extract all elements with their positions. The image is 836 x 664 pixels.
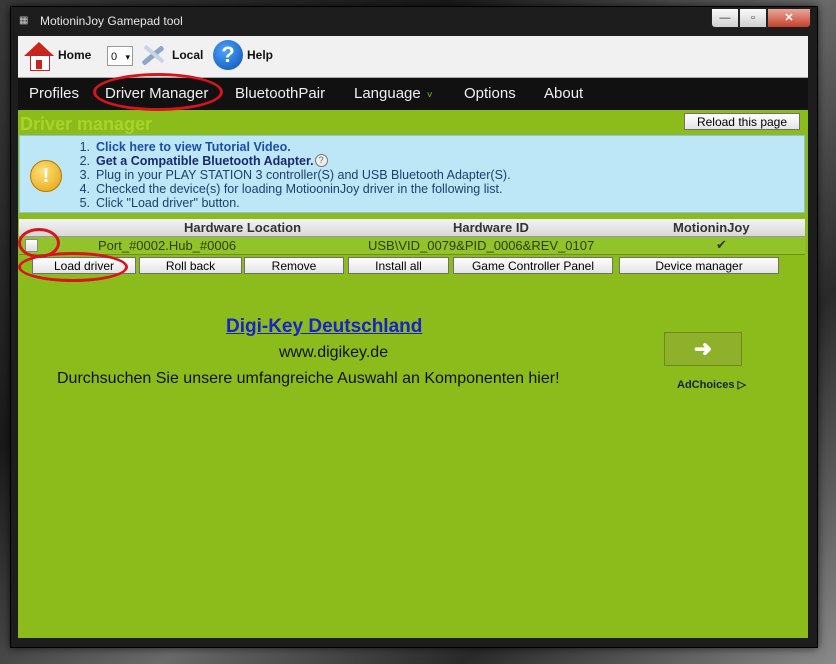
ad-description: Durchsuchen Sie unsere umfangreiche Ausw… <box>57 370 560 387</box>
reload-page-button[interactable]: Reload this page <box>684 113 800 130</box>
controller-select[interactable]: 0 <box>107 46 133 67</box>
header-hardware-id: Hardware ID <box>453 220 529 235</box>
title-bar[interactable]: ▦ MotioninJoy Gamepad tool — ▫ ✕ <box>11 7 817 37</box>
cell-hardware-id: USB\VID_0079&PID_0006&REV_0107 <box>368 238 595 253</box>
list-item: 3. Plug in your PLAY STATION 3 controller… <box>79 168 511 182</box>
ad-title-link[interactable]: Digi-Key Deutschland <box>226 316 422 338</box>
nav-options[interactable]: Options <box>464 85 516 102</box>
window-controls: — ▫ ✕ <box>711 8 811 28</box>
install-all-button[interactable]: Install all <box>348 257 449 274</box>
home-button[interactable]: Home <box>24 40 92 71</box>
local-button[interactable]: Local <box>138 40 203 70</box>
annotation-circle-load-driver <box>18 252 128 282</box>
nav-about[interactable]: About <box>544 85 583 102</box>
list-item[interactable]: 1. Click here to view Tutorial Video. <box>70 140 511 154</box>
plug-icon <box>138 40 168 70</box>
nav-language-label: Language <box>354 85 421 102</box>
help-label: Help <box>247 48 274 62</box>
nav-profiles[interactable]: Profiles <box>29 85 79 102</box>
header-motioninjoy: MotioninJoy <box>673 220 750 235</box>
adchoices-link[interactable]: AdChoices ▷ <box>677 378 746 391</box>
help-icon: ? <box>213 40 243 70</box>
warning-icon: ! <box>30 160 62 192</box>
close-button[interactable]: ✕ <box>767 8 811 28</box>
minimize-button[interactable]: — <box>711 8 739 28</box>
home-label: Home <box>58 48 92 62</box>
roll-back-button[interactable]: Roll back <box>139 257 242 274</box>
instructions-panel: ! 1. Click here to view Tutorial Video. 2… <box>19 135 805 213</box>
maximize-button[interactable]: ▫ <box>739 8 767 28</box>
chevron-down-icon: ˅ <box>426 90 433 101</box>
header-hardware-location: Hardware Location <box>184 220 302 235</box>
list-item: 5. Click "Load driver" button. <box>79 196 240 210</box>
instruction-steps: 1. Click here to view Tutorial Video. 2. G… <box>70 140 511 210</box>
tutorial-video-link[interactable]: Click here to view Tutorial Video. <box>96 140 291 154</box>
toolbar: Home 0 Local ? Help <box>18 36 808 78</box>
app-icon: ▦ <box>19 15 29 26</box>
home-icon <box>24 40 54 71</box>
table-row[interactable]: Port_#0002.Hub_#0006 USB\VID_0079&PID_00… <box>19 237 805 255</box>
page-title: Driver manager <box>20 114 153 134</box>
list-item[interactable]: 2. Get a Compatible Bluetooth Adapter.? <box>70 154 511 168</box>
game-controller-panel-button[interactable]: Game Controller Panel <box>453 257 613 274</box>
help-question-icon[interactable]: ? <box>314 154 328 167</box>
nav-bluetoothpair[interactable]: BluetoothPair <box>235 85 325 102</box>
nav-language[interactable]: Language ˅ <box>354 85 433 102</box>
list-item: 4. Checked the device(s) for loading Moti… <box>79 182 503 196</box>
window-title: MotioninJoy Gamepad tool <box>40 14 183 28</box>
cell-hardware-location: Port_#0002.Hub_#0006 <box>98 238 237 253</box>
device-manager-button[interactable]: Device manager <box>619 257 779 274</box>
bluetooth-adapter-link[interactable]: Get a Compatible Bluetooth Adapter. <box>96 154 314 168</box>
annotation-circle-driver-manager <box>93 73 223 111</box>
remove-button[interactable]: Remove <box>244 257 344 274</box>
client-area: Home 0 Local ? Help Profiles Driver Mana… <box>18 36 808 638</box>
check-icon: ✔ <box>716 237 727 252</box>
local-label: Local <box>172 48 204 62</box>
arrow-right-icon[interactable]: ➜ <box>664 332 742 366</box>
ad-url[interactable]: www.digikey.de <box>279 344 388 362</box>
device-table-header: Hardware Location Hardware ID MotioninJo… <box>19 219 805 237</box>
help-button[interactable]: ? Help <box>213 40 273 70</box>
